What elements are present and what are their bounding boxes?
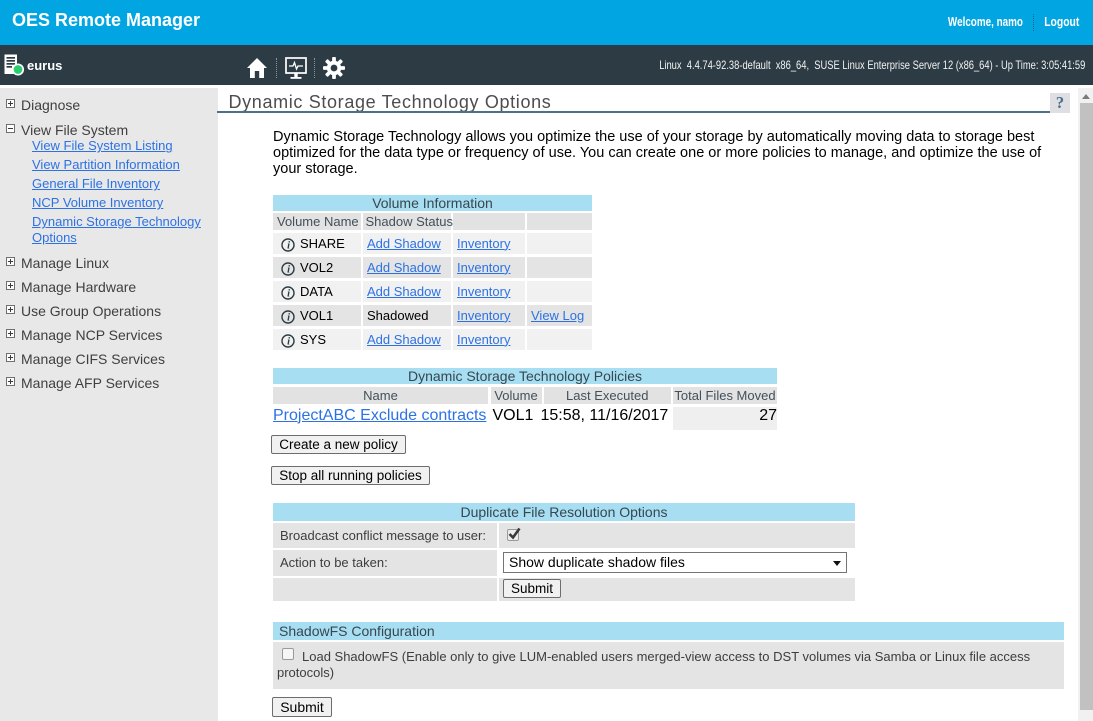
svg-text:i: i: [287, 264, 290, 275]
svg-text:i: i: [287, 240, 290, 251]
svg-text:i: i: [287, 312, 290, 323]
svg-text:i: i: [287, 336, 290, 347]
svg-text:i: i: [287, 288, 290, 299]
